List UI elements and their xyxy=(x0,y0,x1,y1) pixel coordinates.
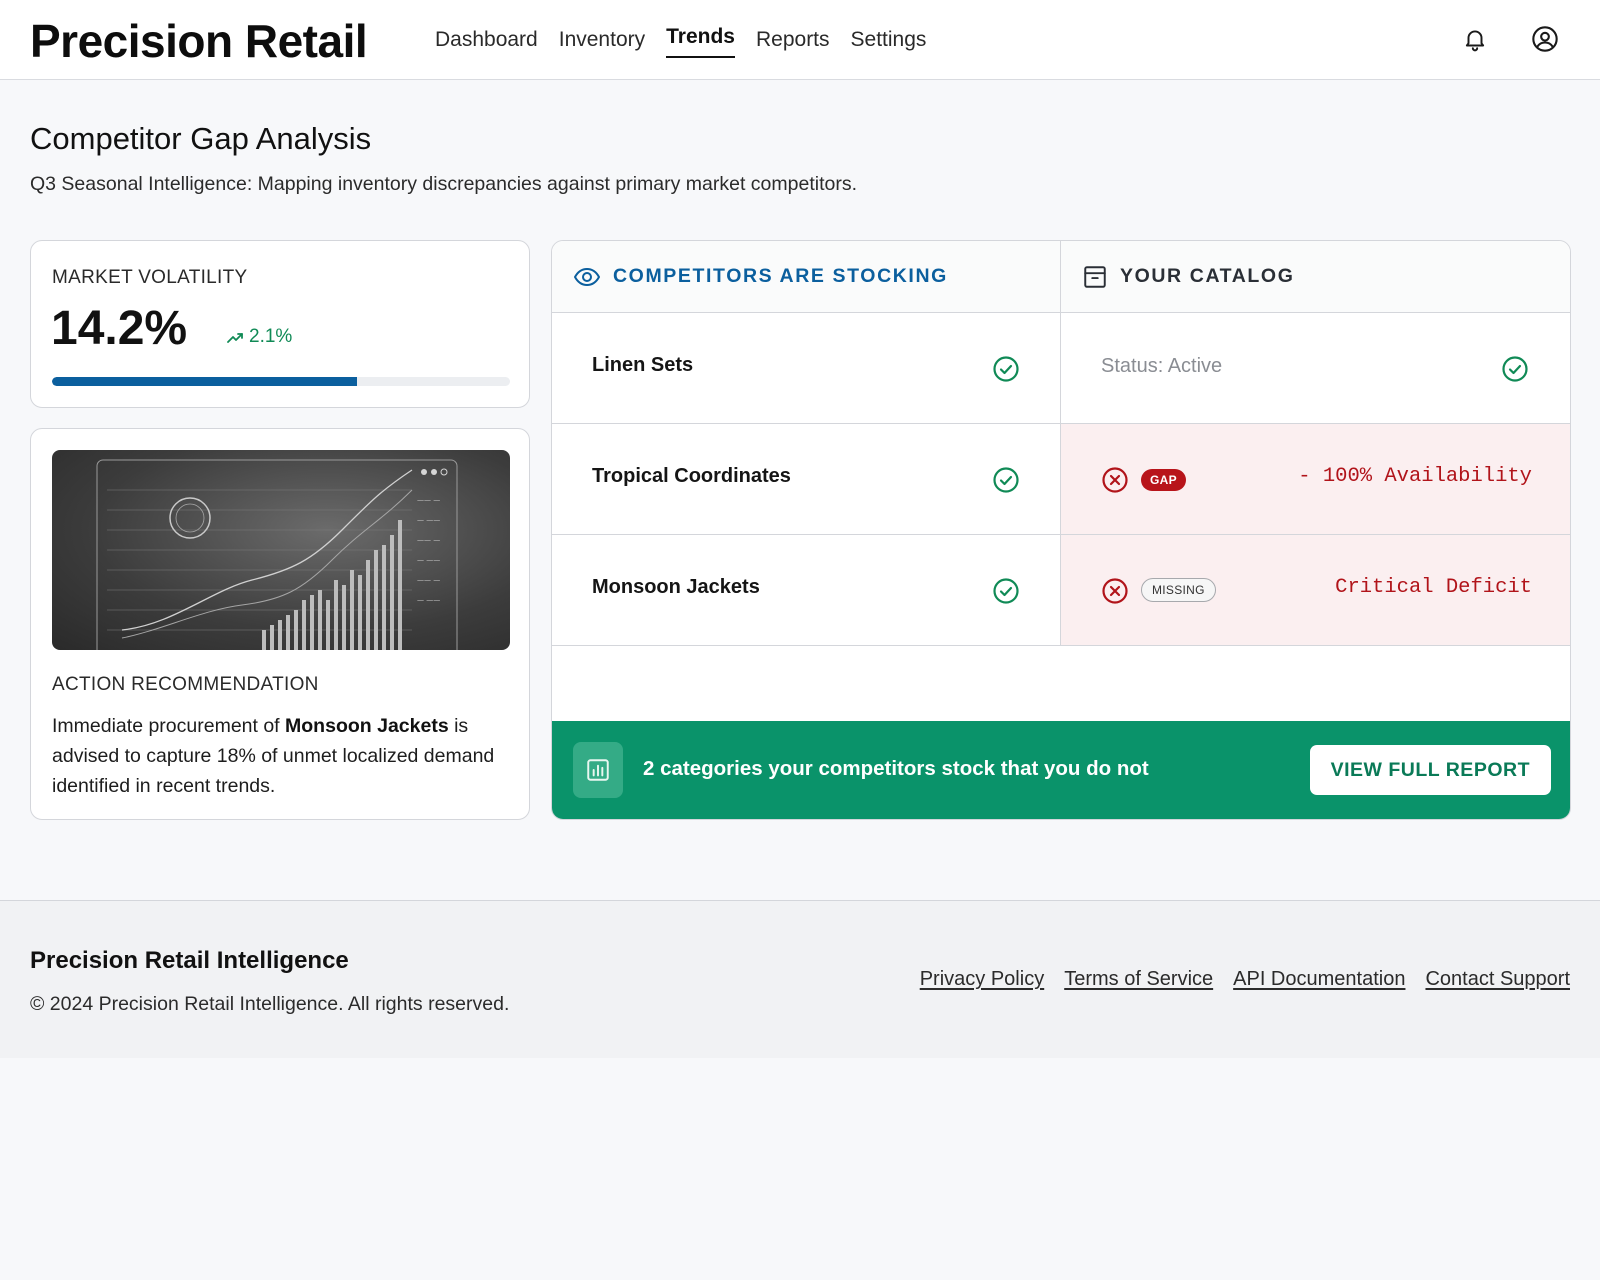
volatility-value: 14.2% xyxy=(51,302,188,355)
main-nav: Dashboard Inventory Trends Reports Setti… xyxy=(435,0,947,80)
volatility-label: MARKET VOLATILITY xyxy=(52,267,248,288)
archive-box-icon xyxy=(1084,265,1106,288)
top-nav-bar: Precision Retail Dashboard Inventory Tre… xyxy=(0,0,1600,80)
item-name: Monsoon Jackets xyxy=(592,576,760,598)
svg-text:— ——: — —— xyxy=(417,516,440,524)
x-circle-icon xyxy=(1102,578,1128,604)
user-circle-icon[interactable] xyxy=(1528,22,1562,56)
page-title: Competitor Gap Analysis xyxy=(30,121,372,156)
svg-text:— ——: — —— xyxy=(417,596,440,604)
action-text-part: Immediate procurement of xyxy=(52,715,286,737)
nav-settings[interactable]: Settings xyxy=(851,0,927,80)
catalog-heading-text: YOUR CATALOG xyxy=(1120,265,1295,287)
deficit-note: Critical Deficit xyxy=(1335,576,1532,599)
volatility-progress-bar xyxy=(52,377,510,386)
bar-chart-icon xyxy=(573,742,623,798)
item-name: Linen Sets xyxy=(592,354,694,376)
competitor-row[interactable]: Linen Sets xyxy=(552,313,1061,424)
action-recommendation-text: Immediate procurement of Monsoon Jackets… xyxy=(52,711,514,801)
competitor-row[interactable]: Monsoon Jackets xyxy=(552,535,1061,646)
page-subtitle: Q3 Seasonal Intelligence: Mapping invent… xyxy=(30,173,857,195)
item-name: Tropical Coordinates xyxy=(592,465,791,487)
brand-logo[interactable]: Precision Retail xyxy=(30,14,368,68)
svg-text:—— —: —— — xyxy=(417,496,440,504)
gap-badge: GAP xyxy=(1141,469,1186,491)
svg-text:—— —: —— — xyxy=(417,536,440,544)
catalog-row[interactable]: MISSING Critical Deficit xyxy=(1061,535,1570,646)
contact-support-link[interactable]: Contact Support xyxy=(1425,968,1570,991)
availability-note: - 100% Availability xyxy=(1298,465,1532,488)
volatility-delta-value: 2.1% xyxy=(249,326,293,347)
api-documentation-link[interactable]: API Documentation xyxy=(1233,968,1405,991)
x-circle-icon xyxy=(1102,467,1128,493)
gap-summary-bar: 2 categories your competitors stock that… xyxy=(552,721,1570,819)
trending-up-icon xyxy=(227,333,243,343)
nav-inventory[interactable]: Inventory xyxy=(559,0,645,80)
nav-trends[interactable]: Trends xyxy=(666,0,735,80)
gap-summary-text: 2 categories your competitors stock that… xyxy=(643,757,1149,780)
competitors-heading: COMPETITORS ARE STOCKING xyxy=(552,241,1061,313)
catalog-row[interactable]: GAP - 100% Availability xyxy=(1061,424,1570,535)
footer: Precision Retail Intelligence © 2024 Pre… xyxy=(0,900,1600,1058)
bell-icon[interactable] xyxy=(1458,22,1492,56)
footer-copyright: © 2024 Precision Retail Intelligence. Al… xyxy=(30,993,510,1015)
svg-text:—— —: —— — xyxy=(417,576,440,584)
market-volatility-card: MARKET VOLATILITY 14.2% 2.1% xyxy=(30,240,530,408)
footer-links: Privacy Policy Terms of Service API Docu… xyxy=(920,968,1570,991)
catalog-status: Status: Active xyxy=(1101,355,1223,377)
view-full-report-button[interactable]: VIEW FULL REPORT xyxy=(1309,745,1551,795)
terms-of-service-link[interactable]: Terms of Service xyxy=(1064,968,1213,991)
action-highlight: Monsoon Jackets xyxy=(285,715,449,737)
volatility-delta: 2.1% xyxy=(227,326,292,348)
check-circle-icon xyxy=(1502,356,1528,382)
privacy-policy-link[interactable]: Privacy Policy xyxy=(920,968,1044,991)
nav-dashboard[interactable]: Dashboard xyxy=(435,0,538,80)
competitors-heading-text: COMPETITORS ARE STOCKING xyxy=(613,265,948,287)
trend-chart-image: —— — — —— —— — — —— —— — — —— xyxy=(52,450,510,650)
footer-brand: Precision Retail Intelligence xyxy=(30,947,349,974)
check-circle-icon xyxy=(993,578,1019,604)
catalog-row[interactable]: Status: Active xyxy=(1061,313,1570,424)
check-circle-icon xyxy=(993,356,1019,382)
eye-icon xyxy=(574,267,600,286)
nav-reports[interactable]: Reports xyxy=(756,0,830,80)
volatility-progress-fill xyxy=(52,377,358,386)
missing-badge: MISSING xyxy=(1141,578,1216,602)
action-recommendation-label: ACTION RECOMMENDATION xyxy=(52,674,319,695)
action-recommendation-card: —— — — —— —— — — —— —— — — —— ACTION RECOMME… xyxy=(30,428,530,820)
svg-text:— ——: — —— xyxy=(417,556,440,564)
competitor-row[interactable]: Tropical Coordinates xyxy=(552,424,1061,535)
catalog-heading: YOUR CATALOG xyxy=(1061,241,1570,313)
check-circle-icon xyxy=(993,467,1019,493)
competitor-comparison-panel: COMPETITORS ARE STOCKING YOUR CATALOG Li… xyxy=(551,240,1571,820)
